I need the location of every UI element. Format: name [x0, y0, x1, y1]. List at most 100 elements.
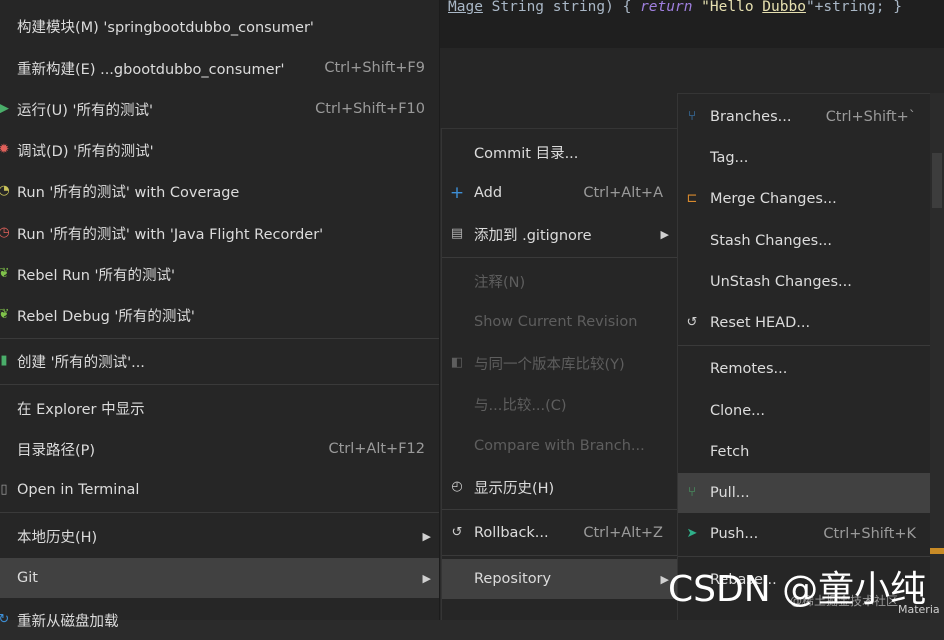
menu-item-merge-changes[interactable]: ⊏ Merge Changes... [678, 179, 930, 219]
menu-item-commit-directory[interactable]: Commit 目录... [442, 132, 677, 172]
shortcut-label: Ctrl+Alt+A [583, 185, 663, 201]
menu-item-rebel-run[interactable]: ❦ Rebel Run '所有的测试' [0, 254, 439, 294]
menu-item-rebel-debug[interactable]: ❦ Rebel Debug '所有的测试' [0, 295, 439, 335]
menu-item-label: Commit 目录... [474, 145, 579, 162]
compare-icon: ◧ [450, 355, 464, 370]
repository-submenu: ⑂ Branches... Ctrl+Shift+` Tag... ⊏ Merg… [677, 93, 930, 620]
menu-item-label: Run '所有的测试' with Coverage [17, 184, 240, 201]
menu-item-label: Compare with Branch... [474, 438, 645, 454]
terminal-icon: ▯ [0, 482, 8, 497]
menu-item-git[interactable]: Git ▶ [0, 558, 439, 598]
code-param-type: Mage [448, 0, 483, 15]
corner-label: Materia [898, 603, 940, 616]
code-string-close: "+string; } [805, 0, 902, 15]
menu-separator [442, 555, 677, 556]
menu-item-compare-with-branch[interactable]: Compare with Branch... [442, 426, 677, 466]
menu-item-fetch[interactable]: Fetch [678, 432, 930, 472]
jrebel-run-icon: ❦ [0, 266, 10, 281]
menu-item-repository[interactable]: Repository ▶ [442, 559, 677, 599]
menu-item-add[interactable]: + Add Ctrl+Alt+A [442, 173, 677, 213]
menu-item-label: UnStash Changes... [710, 274, 852, 290]
menu-item-label: 运行(U) '所有的测试' [17, 102, 154, 119]
menu-item-pull[interactable]: ⑂ Pull... [678, 473, 930, 513]
menu-item-add-to-gitignore[interactable]: ▤ 添加到 .gitignore ▶ [442, 214, 677, 254]
shortcut-label: Ctrl+Shift+F9 [324, 60, 425, 76]
shortcut-label: Ctrl+Shift+` [825, 109, 916, 125]
menu-item-label: 目录路径(P) [17, 442, 96, 459]
menu-item-annotate[interactable]: 注释(N) [442, 261, 677, 301]
menu-item-run-coverage[interactable]: ◔ Run '所有的测试' with Coverage [0, 171, 439, 211]
menu-separator [0, 512, 439, 513]
menu-item-label: Tag... [710, 150, 749, 166]
menu-item-label: 创建 '所有的测试'... [17, 354, 145, 371]
menu-item-label: Stash Changes... [710, 233, 833, 249]
jrebel-debug-icon: ❦ [0, 307, 10, 322]
menu-separator [678, 345, 930, 346]
rollback-icon: ↺ [451, 525, 463, 540]
menu-item-directory-path[interactable]: 目录路径(P) Ctrl+Alt+F12 [0, 429, 439, 469]
menu-item-compare-same-repo[interactable]: ◧ 与同一个版本库比较(Y) [442, 343, 677, 383]
menu-item-label: Rebel Debug '所有的测试' [17, 308, 195, 325]
gitignore-icon: ▤ [450, 226, 464, 241]
menu-item-label: 与同一个版本库比较(Y) [474, 356, 625, 373]
editor-marker [930, 548, 944, 554]
shortcut-label: Ctrl+Alt+Z [583, 525, 663, 541]
menu-separator [0, 384, 439, 385]
menu-item-show-history[interactable]: ◴ 显示历史(H) [442, 467, 677, 507]
push-icon: ➤ [686, 526, 698, 541]
menu-item-label: 注释(N) [474, 274, 526, 291]
menu-item-run-tests[interactable]: ▶ 运行(U) '所有的测试' Ctrl+Shift+F10 [0, 89, 439, 129]
menu-item-label: Reset HEAD... [710, 315, 811, 331]
menu-item-run-jfr[interactable]: ◷ Run '所有的测试' with 'Java Flight Recorder… [0, 213, 439, 253]
menu-separator [442, 257, 677, 258]
menu-item-open-terminal[interactable]: ▯ Open in Terminal [0, 470, 439, 510]
menu-item-label: Merge Changes... [710, 191, 837, 207]
menu-item-show-in-explorer[interactable]: 在 Explorer 中显示 [0, 388, 439, 428]
menu-item-label: Show Current Revision [474, 314, 638, 330]
menu-item-reload-from-disk[interactable]: ↻ 重新从磁盘加载 [0, 600, 439, 640]
code-text: String string) { [482, 0, 641, 15]
menu-item-label: Branches... [710, 109, 792, 125]
plus-icon: + [449, 183, 465, 203]
menu-item-push[interactable]: ➤ Push... Ctrl+Shift+K [678, 514, 930, 554]
menu-item-label: 重新从磁盘加载 [17, 613, 119, 630]
watermark: CSDN @童小纯 [668, 569, 927, 610]
menu-item-show-current-revision[interactable]: Show Current Revision [442, 302, 677, 342]
menu-item-label: 与...比较...(C) [474, 397, 567, 414]
menu-item-rebuild[interactable]: 重新构建(E) ...gbootdubbo_consumer' Ctrl+Shi… [0, 48, 439, 88]
menu-item-build-module[interactable]: 构建模块(M) 'springbootdubbo_consumer' [0, 6, 439, 46]
menu-item-label: Open in Terminal [17, 482, 140, 498]
code-string-open: "Hello [692, 0, 763, 15]
menu-item-label: Repository [474, 571, 552, 587]
menu-item-label: 添加到 .gitignore [474, 227, 592, 244]
menu-item-label: 在 Explorer 中显示 [17, 401, 145, 418]
profiler-icon: ◷ [0, 225, 10, 240]
menu-item-label: Remotes... [710, 361, 788, 377]
pull-icon: ⑂ [688, 485, 696, 500]
menu-item-unstash-changes[interactable]: UnStash Changes... [678, 262, 930, 302]
code-line: Mage String string) { return "Hello Dubb… [448, 0, 902, 14]
menu-item-tag[interactable]: Tag... [678, 138, 930, 178]
menu-item-label: Rollback... [474, 525, 549, 541]
menu-item-create-config[interactable]: ▮ 创建 '所有的测试'... [0, 341, 439, 381]
menu-item-label: 调试(D) '所有的测试' [17, 143, 154, 160]
menu-item-local-history[interactable]: 本地历史(H) ▶ [0, 516, 439, 556]
code-string-word: Dubbo [762, 0, 806, 15]
menu-item-branches[interactable]: ⑂ Branches... Ctrl+Shift+` [678, 97, 930, 137]
menu-item-remotes[interactable]: Remotes... [678, 349, 930, 389]
branch-icon: ⑂ [688, 109, 696, 124]
menu-item-reset-head[interactable]: ↺ Reset HEAD... [678, 303, 930, 343]
menu-item-label: Clone... [710, 403, 765, 419]
menu-item-stash-changes[interactable]: Stash Changes... [678, 221, 930, 261]
menu-item-label: 本地历史(H) [17, 529, 98, 546]
menu-item-rollback[interactable]: ↺ Rollback... Ctrl+Alt+Z [442, 513, 677, 553]
menu-item-clone[interactable]: Clone... [678, 391, 930, 431]
editor-scroll-strip [930, 93, 944, 620]
debug-icon: ✹ [0, 142, 10, 157]
scrollbar-thumb[interactable] [932, 153, 942, 208]
menu-item-label: Add [474, 185, 503, 201]
menu-item-debug-tests[interactable]: ✹ 调试(D) '所有的测试' [0, 130, 439, 170]
menu-item-compare-with[interactable]: 与...比较...(C) [442, 384, 677, 424]
menu-separator [678, 556, 930, 557]
submenu-arrow-icon: ▶ [422, 529, 431, 543]
